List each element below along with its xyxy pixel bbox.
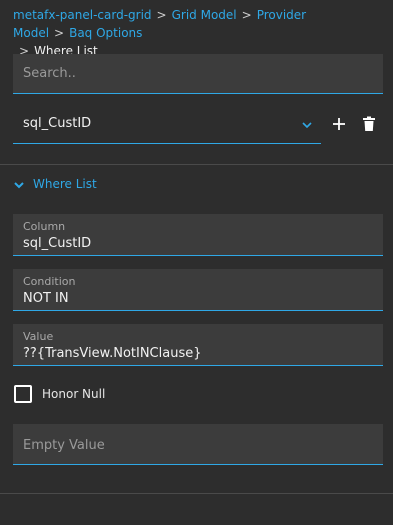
search-input[interactable]: Search..: [13, 54, 383, 94]
condition-field-value: NOT IN: [23, 291, 69, 306]
chevron-down-icon[interactable]: [13, 179, 25, 191]
empty-value-placeholder: Empty Value: [23, 438, 105, 453]
where-item-select[interactable]: sql_CustID: [13, 106, 321, 144]
column-field-value: sql_CustID: [23, 236, 92, 251]
bottom-divider: [0, 493, 393, 494]
value-field[interactable]: Value ??{TransView.NotINClause}: [13, 324, 383, 366]
breadcrumb: metafx-panel-card-grid > Grid Model > Provid…: [13, 6, 385, 60]
column-field-label: Column: [23, 220, 66, 233]
breadcrumb-link-panel-card-grid[interactable]: metafx-panel-card-grid: [13, 8, 152, 22]
empty-value-field[interactable]: Empty Value: [13, 424, 383, 465]
chevron-down-icon[interactable]: [301, 119, 313, 131]
value-field-value: ??{TransView.NotINClause}: [23, 346, 202, 361]
breadcrumb-separator: >: [241, 8, 252, 22]
plus-icon[interactable]: [330, 115, 348, 133]
honor-null-checkbox[interactable]: [14, 385, 32, 403]
trash-icon[interactable]: [360, 115, 378, 133]
column-field[interactable]: Column sql_CustID: [13, 214, 383, 256]
honor-null-label: Honor Null: [42, 387, 106, 401]
search-placeholder: Search..: [23, 66, 76, 81]
condition-field-label: Condition: [23, 275, 76, 288]
section-divider: [0, 164, 393, 165]
condition-field[interactable]: Condition NOT IN: [13, 269, 383, 311]
breadcrumb-link-baq-options[interactable]: Baq Options: [69, 26, 142, 40]
value-field-label: Value: [23, 330, 54, 343]
breadcrumb-separator: >: [54, 26, 65, 40]
where-item-select-value: sql_CustID: [23, 116, 92, 131]
breadcrumb-link-grid-model[interactable]: Grid Model: [172, 8, 237, 22]
where-list-section-title: Where List: [33, 177, 97, 191]
breadcrumb-separator: >: [156, 8, 167, 22]
